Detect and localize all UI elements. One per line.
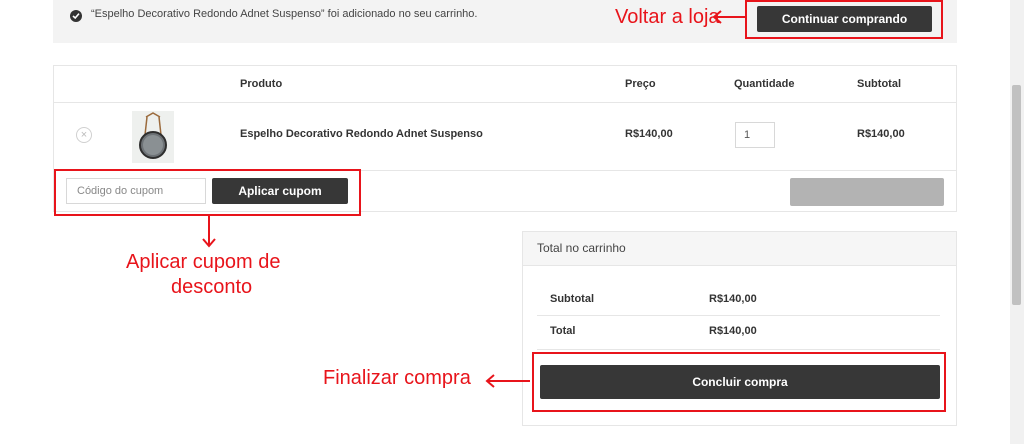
header-product: Produto (240, 78, 283, 90)
totals-title: Total no carrinho (537, 241, 626, 255)
product-price: R$140,00 (625, 128, 673, 140)
header-price: Preço (625, 78, 656, 90)
scrollbar-thumb[interactable] (1012, 85, 1021, 305)
product-name[interactable]: Espelho Decorativo Redondo Adnet Suspens… (240, 128, 483, 140)
update-cart-button[interactable] (790, 178, 944, 206)
scrollbar[interactable] (1010, 0, 1024, 444)
header-divider (54, 102, 956, 103)
quantity-input[interactable]: 1 (735, 122, 775, 148)
totals-subtotal-value: R$140,00 (709, 293, 757, 305)
check-circle-icon (70, 10, 82, 22)
highlight-checkout (532, 352, 946, 412)
annotation-apply-coupon-line1: Aplicar cupom de (126, 251, 281, 273)
arrow-left-icon (712, 10, 745, 24)
totals-total-value: R$140,00 (709, 325, 757, 337)
close-icon[interactable]: × (76, 127, 92, 143)
totals-divider-2 (537, 349, 940, 350)
arrow-left-icon (485, 374, 530, 388)
round-mirror-image (132, 111, 174, 163)
header-quantity: Quantidade (734, 78, 795, 90)
notice-message: “Espelho Decorativo Redondo Adnet Suspen… (91, 8, 478, 20)
annotation-back-to-store: Voltar a loja (615, 6, 720, 28)
product-thumbnail[interactable] (132, 111, 174, 163)
arrow-down-icon (202, 216, 216, 248)
highlight-coupon (54, 169, 361, 216)
totals-subtotal-label: Subtotal (550, 293, 594, 305)
annotation-apply-coupon-line2: desconto (171, 276, 253, 298)
header-subtotal: Subtotal (857, 78, 901, 90)
highlight-continue-shopping (745, 0, 943, 39)
annotation-finish-purchase: Finalizar compra (323, 367, 471, 389)
totals-divider (537, 315, 940, 316)
product-subtotal: R$140,00 (857, 128, 905, 140)
totals-header: Total no carrinho (523, 232, 956, 266)
totals-total-label: Total (550, 325, 576, 337)
